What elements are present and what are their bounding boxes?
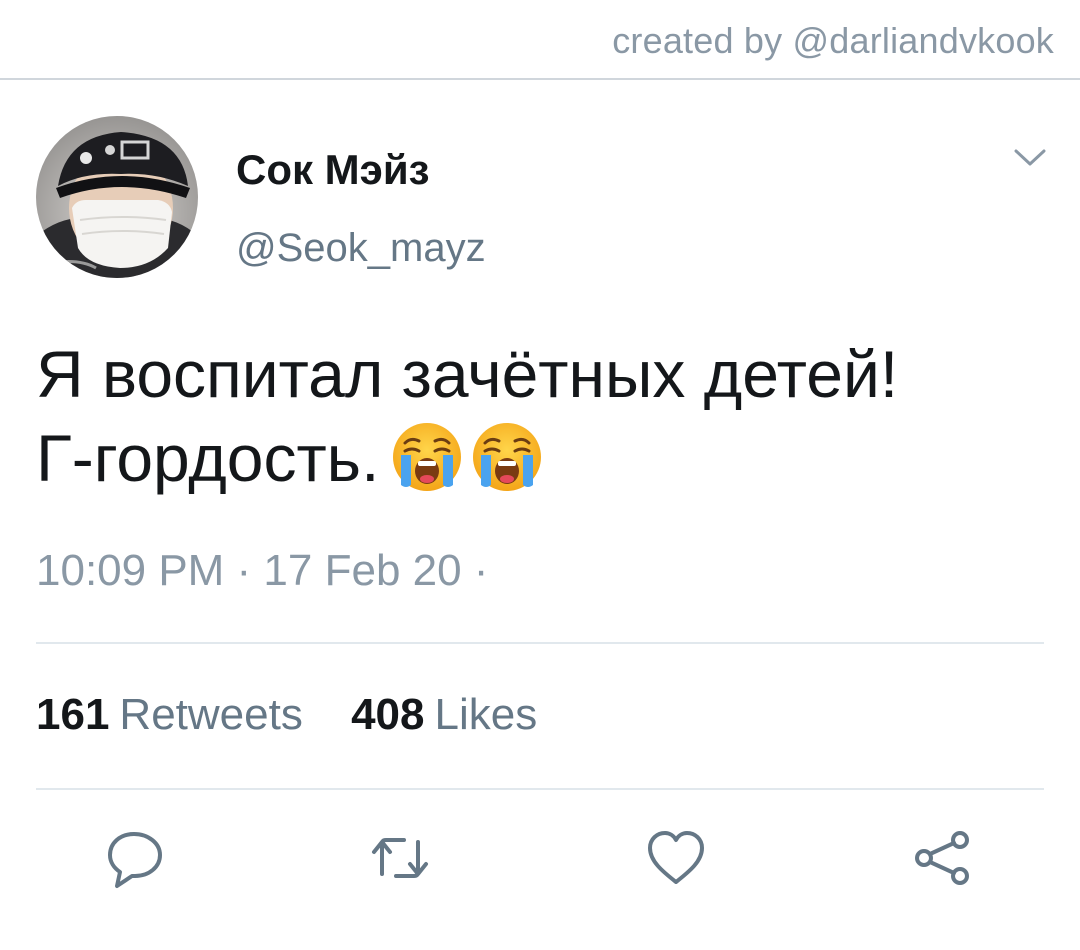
reply-icon: [108, 832, 162, 888]
share-icon: [915, 831, 969, 885]
tweet-text-line: Г-гордость.: [36, 421, 380, 495]
tweet-stats: 161 Retweets 408 Likes: [36, 690, 573, 740]
loudly-crying-face-icon: [469, 419, 545, 495]
tweet-text-line: Я воспитал зачётных детей!: [36, 337, 899, 411]
like-icon: [648, 831, 704, 884]
share-button[interactable]: [910, 826, 974, 890]
divider: [36, 788, 1044, 790]
retweet-button[interactable]: [368, 826, 432, 890]
author-handle[interactable]: @Seok_mayz: [236, 226, 486, 271]
reply-button[interactable]: [104, 826, 168, 890]
like-button[interactable]: [644, 826, 708, 890]
likes-stat[interactable]: 408 Likes: [351, 690, 537, 740]
retweets-stat[interactable]: 161 Retweets: [36, 690, 303, 740]
retweets-count: 161: [36, 690, 110, 739]
likes-label: Likes: [434, 690, 538, 739]
tweet-text: Я воспитал зачётных детей! Г-гордость.: [36, 332, 1056, 500]
credit-bar: created by @darliandvkook: [0, 0, 1080, 80]
divider: [36, 642, 1044, 644]
loudly-crying-face-icon: [389, 419, 465, 495]
retweets-label: Retweets: [119, 690, 303, 739]
tweet-timestamp[interactable]: 10:09 PM · 17 Feb 20 ·: [36, 546, 488, 596]
author-display-name[interactable]: Сок Мэйз: [236, 146, 430, 194]
credit-text: created by @darliandvkook: [612, 20, 1054, 61]
avatar-image: [36, 116, 198, 278]
likes-count: 408: [351, 690, 425, 739]
avatar[interactable]: [36, 116, 198, 278]
chevron-down-icon[interactable]: [1012, 146, 1048, 170]
retweet-icon: [372, 838, 428, 878]
tweet-text-line-2: Г-гордость.: [36, 416, 1056, 500]
